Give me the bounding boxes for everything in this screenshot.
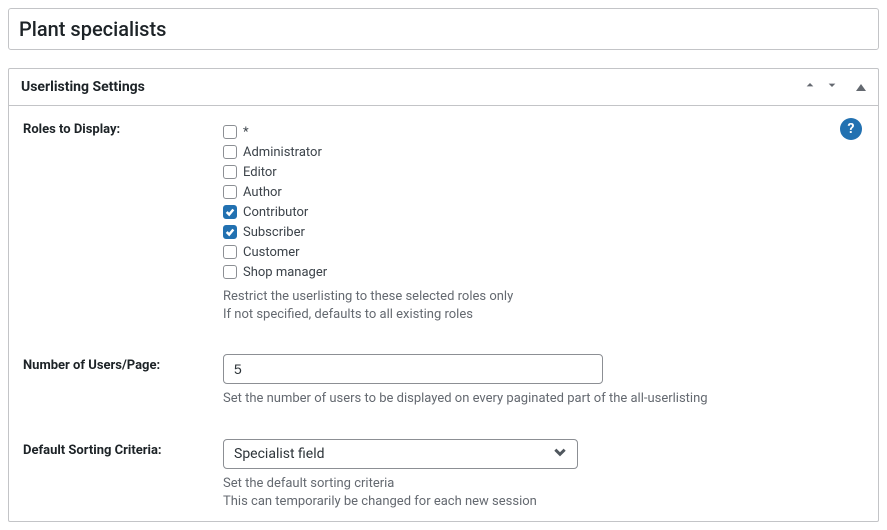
perpage-content: Set the number of users to be displayed …: [223, 354, 864, 408]
role-item-administrator[interactable]: Administrator: [223, 142, 864, 162]
role-label: Customer: [243, 245, 300, 260]
chevron-down-icon: [553, 445, 567, 463]
roles-desc-line2: If not specified, defaults to all existi…: [223, 306, 864, 324]
panel-header[interactable]: Userlisting Settings: [9, 69, 878, 106]
role-item-customer[interactable]: Customer: [223, 242, 864, 262]
role-item-shop-manager[interactable]: Shop manager: [223, 262, 864, 282]
field-sorting: Default Sorting Criteria: Specialist fie…: [23, 439, 864, 511]
sorting-desc-line1: Set the default sorting criteria: [223, 475, 864, 493]
collapse-toggle-icon[interactable]: [856, 84, 866, 91]
checkbox[interactable]: [223, 245, 237, 259]
sorting-selected-value: Specialist field: [234, 446, 325, 462]
perpage-label: Number of Users/Page:: [23, 354, 223, 408]
checkbox[interactable]: [223, 205, 237, 219]
settings-panel: Userlisting Settings ? Roles to Display:…: [8, 68, 879, 522]
checkbox[interactable]: [223, 145, 237, 159]
role-label: Subscriber: [243, 225, 305, 240]
sorting-select[interactable]: Specialist field: [223, 439, 578, 469]
role-item-author[interactable]: Author: [223, 182, 864, 202]
checkbox[interactable]: [223, 225, 237, 239]
role-label: *: [243, 125, 249, 140]
checkbox[interactable]: [223, 165, 237, 179]
roles-list: * Administrator Editor Author: [223, 122, 864, 282]
roles-content: * Administrator Editor Author: [223, 122, 864, 324]
header-controls: [802, 77, 866, 97]
role-label: Shop manager: [243, 265, 327, 280]
sorting-description: Set the default sorting criteria This ca…: [223, 475, 864, 511]
page-title: Plant specialists: [19, 17, 868, 41]
role-label: Editor: [243, 165, 277, 180]
title-panel: Plant specialists: [8, 8, 879, 50]
roles-label: Roles to Display:: [23, 122, 223, 324]
role-item-all[interactable]: *: [223, 122, 864, 142]
sorting-content: Specialist field Set the default sorting…: [223, 439, 864, 511]
panel-title: Userlisting Settings: [21, 79, 802, 95]
help-button[interactable]: ?: [840, 118, 862, 140]
role-item-contributor[interactable]: Contributor: [223, 202, 864, 222]
roles-desc-line1: Restrict the userlisting to these select…: [223, 288, 864, 306]
role-item-editor[interactable]: Editor: [223, 162, 864, 182]
role-label: Author: [243, 185, 282, 200]
role-label: Contributor: [243, 205, 308, 220]
panel-body: ? Roles to Display: * Administrator E: [9, 106, 878, 521]
perpage-input[interactable]: [223, 354, 603, 384]
role-label: Administrator: [243, 145, 322, 160]
roles-description: Restrict the userlisting to these select…: [223, 288, 864, 324]
sorting-desc-line2: This can temporarily be changed for each…: [223, 493, 864, 511]
perpage-description: Set the number of users to be displayed …: [223, 390, 864, 408]
role-item-subscriber[interactable]: Subscriber: [223, 222, 864, 242]
checkbox[interactable]: [223, 265, 237, 279]
field-perpage: Number of Users/Page: Set the number of …: [23, 354, 864, 408]
checkbox[interactable]: [223, 185, 237, 199]
chevron-up-icon[interactable]: [802, 77, 818, 97]
chevron-down-icon[interactable]: [824, 77, 840, 97]
checkbox[interactable]: [223, 125, 237, 139]
field-roles: Roles to Display: * Administrator Editor: [23, 122, 864, 324]
sorting-label: Default Sorting Criteria:: [23, 439, 223, 511]
